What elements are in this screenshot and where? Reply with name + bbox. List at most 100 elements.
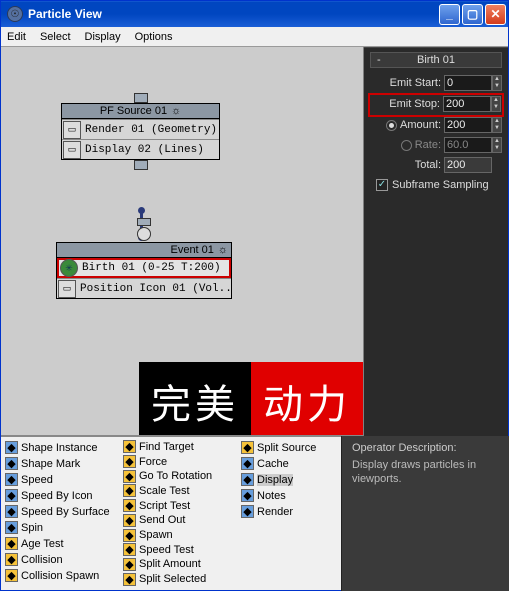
- operator-icon: ◆: [5, 553, 18, 566]
- description-body: Display draws particles in viewports.: [352, 458, 499, 487]
- label: Emit Start:: [390, 77, 444, 89]
- close-button[interactable]: ✕: [485, 4, 506, 25]
- rollup-title[interactable]: Birth 01: [370, 52, 502, 68]
- operator-icon: ◆: [5, 489, 18, 502]
- operator-depot[interactable]: ◆Shape Instance◆Shape Mark◆Speed◆Speed B…: [1, 435, 363, 590]
- op-birth[interactable]: ✳ Birth 01 (0-25 T:200): [57, 258, 231, 278]
- operator-icon: ◆: [5, 457, 18, 470]
- depot-item-split-amount[interactable]: ◆Split Amount: [123, 558, 241, 572]
- node-event[interactable]: Event 01 ☼ ✳ Birth 01 (0-25 T:200) ▭ Pos…: [56, 242, 232, 299]
- op-position-icon[interactable]: ▭ Position Icon 01 (Vol...: [57, 278, 231, 298]
- param-emit-start: Emit Start: ▲▼: [370, 74, 502, 92]
- operator-icon: ◆: [123, 514, 136, 527]
- label: Amount:: [400, 119, 444, 131]
- watermark-right: 动力: [251, 362, 363, 435]
- param-subframe[interactable]: ✓ Subframe Sampling: [370, 176, 502, 194]
- port-in[interactable]: [137, 218, 151, 226]
- operator-icon: ◆: [5, 473, 18, 486]
- depot-label: Force: [139, 456, 167, 468]
- menu-edit[interactable]: Edit: [7, 31, 26, 43]
- depot-item-split-selected[interactable]: ◆Split Selected: [123, 572, 241, 586]
- depot-item-force[interactable]: ◆Force: [123, 455, 241, 469]
- operator-icon: ◆: [123, 484, 136, 497]
- spinner[interactable]: ▲▼: [491, 96, 501, 112]
- op-display[interactable]: ▭ Display 02 (Lines): [62, 139, 219, 159]
- depot-item-shape-instance[interactable]: ◆Shape Instance: [5, 440, 123, 455]
- node-header-label: Event 01: [170, 244, 213, 256]
- label: Total:: [415, 159, 444, 171]
- depot-label: Go To Rotation: [139, 470, 212, 482]
- depot-label: Speed By Surface: [21, 506, 110, 518]
- emit-stop-input[interactable]: [443, 96, 491, 112]
- operator-icon: ◆: [241, 505, 254, 518]
- depot-item-scale-test[interactable]: ◆Scale Test: [123, 484, 241, 498]
- depot-label: Speed Test: [139, 544, 194, 556]
- emit-start-input[interactable]: [444, 75, 492, 91]
- depot-label: Split Selected: [139, 573, 206, 585]
- label: Rate:: [415, 139, 444, 151]
- depot-label: Spin: [21, 522, 43, 534]
- operator-icon: ◆: [123, 529, 136, 542]
- operator-icon: ◆: [241, 489, 254, 502]
- depot-label: Scale Test: [139, 485, 190, 497]
- amount-radio[interactable]: [386, 120, 397, 131]
- depot-label: Send Out: [139, 514, 185, 526]
- param-total: Total:: [370, 156, 502, 174]
- node-header-source[interactable]: PF Source 01 ☼: [62, 104, 219, 119]
- node-header-event[interactable]: Event 01 ☼: [57, 243, 231, 258]
- spinner[interactable]: ▲▼: [492, 117, 502, 133]
- render-icon: ▭: [63, 121, 81, 139]
- op-label: Render 01 (Geometry): [82, 124, 219, 136]
- depot-item-collision-spawn[interactable]: ◆Collision Spawn: [5, 568, 123, 583]
- graph-canvas[interactable]: PF Source 01 ☼ ▭ Render 01 (Geometry) ▭ …: [1, 47, 363, 435]
- maximize-button[interactable]: ▢: [462, 4, 483, 25]
- operator-icon: ◆: [123, 573, 136, 586]
- title-bar: ☉ Particle View _ ▢ ✕: [1, 1, 508, 27]
- minimize-button[interactable]: _: [439, 4, 460, 25]
- depot-item-speed-by-surface[interactable]: ◆Speed By Surface: [5, 504, 123, 519]
- rate-radio[interactable]: [401, 140, 412, 151]
- depot-item-shape-mark[interactable]: ◆Shape Mark: [5, 456, 123, 471]
- depot-label: Age Test: [21, 538, 64, 550]
- logo-icon: ☼: [171, 105, 181, 117]
- depot-label: Collision Spawn: [21, 570, 99, 582]
- depot-item-script-test[interactable]: ◆Script Test: [123, 499, 241, 513]
- depot-item-speed-test[interactable]: ◆Speed Test: [123, 543, 241, 557]
- port-in[interactable]: [134, 93, 148, 103]
- operator-icon: ◆: [241, 473, 254, 486]
- rate-input: [444, 137, 492, 153]
- subframe-checkbox[interactable]: ✓: [376, 179, 388, 191]
- param-amount: Amount: ▲▼: [370, 116, 502, 134]
- depot-item-speed-by-icon[interactable]: ◆Speed By Icon: [5, 488, 123, 503]
- depot-item-send-out[interactable]: ◆Send Out: [123, 514, 241, 528]
- depot-item-go-to-rotation[interactable]: ◆Go To Rotation: [123, 469, 241, 483]
- spinner[interactable]: ▲▼: [492, 75, 502, 91]
- depot-item-find-target[interactable]: ◆Find Target: [123, 440, 241, 454]
- port-out[interactable]: [134, 160, 148, 170]
- depot-label: Collision: [21, 554, 63, 566]
- param-emit-stop: Emit Stop: ▲▼: [371, 95, 501, 113]
- op-render[interactable]: ▭ Render 01 (Geometry): [62, 119, 219, 139]
- total-output: [444, 157, 492, 173]
- logo-icon: ☼: [218, 244, 228, 256]
- depot-item-spin[interactable]: ◆Spin: [5, 520, 123, 535]
- description-heading: Operator Description:: [352, 442, 499, 454]
- operator-icon: ◆: [5, 521, 18, 534]
- amount-input[interactable]: [444, 117, 492, 133]
- depot-item-speed[interactable]: ◆Speed: [5, 472, 123, 487]
- operator-icon: ◆: [123, 499, 136, 512]
- menu-options[interactable]: Options: [135, 31, 173, 43]
- param-rate: Rate: ▲▼: [370, 136, 502, 154]
- app-icon: ☉: [7, 6, 23, 22]
- spinner: ▲▼: [492, 137, 502, 153]
- menu-select[interactable]: Select: [40, 31, 71, 43]
- depot-item-spawn[interactable]: ◆Spawn: [123, 528, 241, 542]
- depot-item-age-test[interactable]: ◆Age Test: [5, 536, 123, 551]
- op-label: Birth 01 (0-25 T:200): [79, 262, 229, 274]
- depot-label: Spawn: [139, 529, 173, 541]
- menu-display[interactable]: Display: [85, 31, 121, 43]
- node-pf-source[interactable]: PF Source 01 ☼ ▭ Render 01 (Geometry) ▭ …: [61, 103, 220, 160]
- entry-circle[interactable]: [137, 227, 151, 241]
- op-label: Display 02 (Lines): [82, 144, 219, 156]
- depot-item-collision[interactable]: ◆Collision: [5, 552, 123, 567]
